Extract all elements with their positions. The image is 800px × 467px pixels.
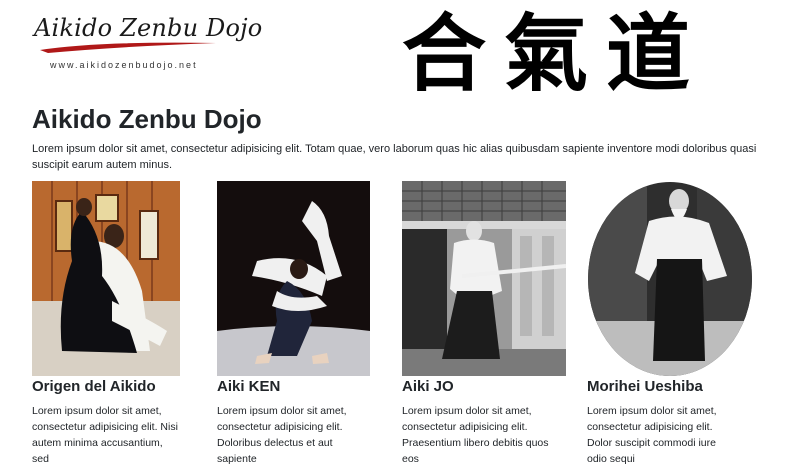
jo-staff-photo[interactable] [402, 181, 566, 376]
card-title[interactable]: Origen del Aikido [32, 378, 156, 395]
aikido-flip-photo[interactable] [217, 181, 370, 376]
aikido-throw-photo[interactable] [32, 181, 180, 376]
site-header: Aikido Zenbu Dojo www.aikidozenbudojo.ne… [0, 0, 800, 103]
card-text: Lorem ipsum dolor sit amet, consectetur … [32, 405, 178, 465]
card-text: Lorem ipsum dolor sit amet, consectetur … [587, 405, 717, 465]
card-morihei-ueshiba: Morihei Ueshiba Lorem ipsum dolor sit am… [587, 181, 754, 465]
intro-text: Lorem ipsum dolor sit amet, consectetur … [32, 143, 757, 171]
aikido-kanji-calligraphy: 合氣道 [402, 4, 709, 103]
logo-swoosh [40, 42, 216, 53]
card-text: Lorem ipsum dolor sit amet, consectetur … [217, 405, 347, 465]
card-title[interactable]: Aiki KEN [217, 378, 280, 395]
founder-portrait-photo[interactable] [587, 181, 754, 376]
card-title[interactable]: Morihei Ueshiba [587, 378, 703, 395]
card-title[interactable]: Aiki JO [402, 378, 454, 395]
card-origen: Origen del Aikido Lorem ipsum dolor sit … [32, 181, 192, 465]
logo-url: www.aikidozenbudojo.net [50, 60, 198, 70]
site-logo[interactable]: Aikido Zenbu Dojo www.aikidozenbudojo.ne… [30, 8, 262, 78]
card-text: Lorem ipsum dolor sit amet, consectetur … [402, 405, 549, 465]
page-title: Aikido Zenbu Dojo [32, 104, 262, 134]
card-aiki-ken: Aiki KEN Lorem ipsum dolor sit amet, con… [217, 181, 377, 465]
card-aiki-jo: Aiki JO Lorem ipsum dolor sit amet, cons… [402, 181, 566, 465]
